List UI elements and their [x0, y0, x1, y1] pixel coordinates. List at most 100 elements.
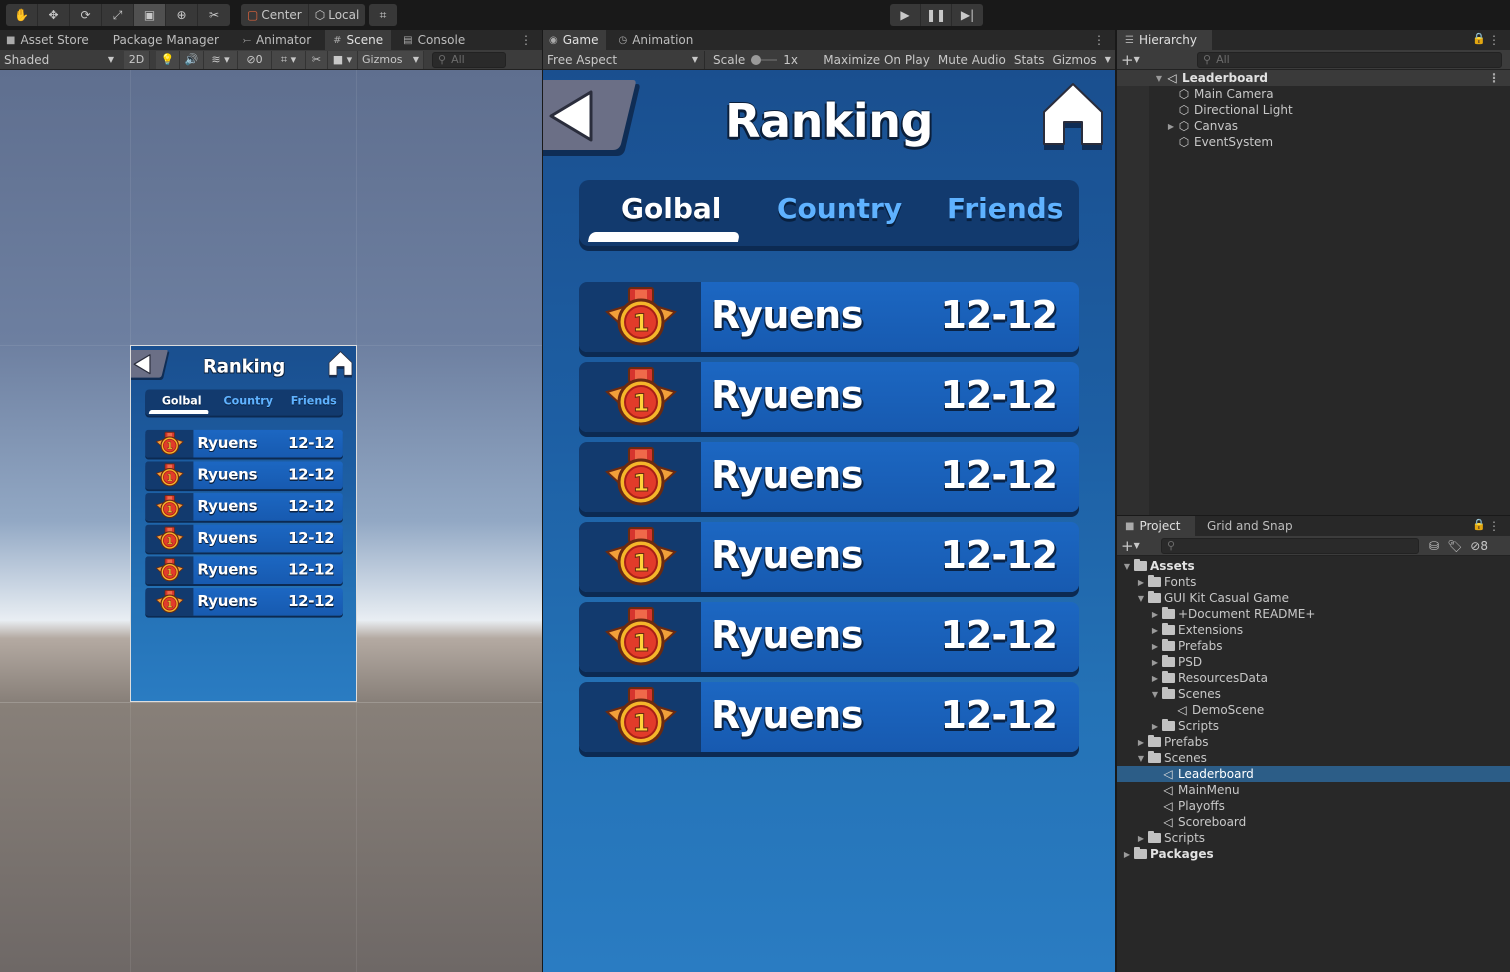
expand-arrow-icon[interactable]: ▼	[1153, 74, 1165, 83]
lighting-toggle-icon[interactable]: 💡	[156, 50, 180, 69]
shading-mode-dropdown[interactable]: Shaded ▼	[0, 51, 120, 69]
project-item-playoffs[interactable]: ◁ Playoffs	[1117, 798, 1510, 814]
scene-search-input[interactable]: ⚲ All	[432, 51, 506, 68]
mini-tab-golbal[interactable]: Golbal	[162, 394, 202, 407]
project-item-mainmenu[interactable]: ◁ MainMenu	[1117, 782, 1510, 798]
hidden-packages-toggle[interactable]: ⊘ 8	[1466, 537, 1492, 555]
project-item-scripts[interactable]: ▶ Scripts	[1117, 830, 1510, 846]
gizmos-toggle[interactable]: Gizmos	[1048, 51, 1100, 69]
expand-arrow-icon[interactable]: ▶	[1149, 722, 1161, 731]
home-button[interactable]	[1040, 80, 1106, 150]
expand-arrow-icon[interactable]: ▼	[1121, 562, 1133, 571]
pause-button[interactable]: ❚❚	[921, 4, 952, 26]
expand-arrow-icon[interactable]: ▼	[1135, 594, 1147, 603]
scale-tool-icon[interactable]: ⤢	[102, 4, 134, 26]
leaderboard-row[interactable]: 1 Ryuens 12-12	[579, 522, 1079, 592]
expand-arrow-icon[interactable]: ▶	[1135, 834, 1147, 843]
hierarchy-scene-row[interactable]: ▼ ◁ Leaderboard ⋮	[1117, 70, 1510, 86]
project-item-scoreboard[interactable]: ◁ Scoreboard	[1117, 814, 1510, 830]
mini-leaderboard-row[interactable]: 1 Ryuens 12-12	[145, 587, 343, 616]
panel-menu-icon[interactable]: ⋮	[1093, 33, 1105, 47]
gizmos-dropdown[interactable]: Gizmos ▼	[358, 50, 424, 69]
gizmos-dropdown-arrow-icon[interactable]: ▼	[1101, 51, 1115, 69]
mini-tab-country[interactable]: Country	[224, 394, 273, 407]
expand-arrow-icon[interactable]: ▶	[1149, 658, 1161, 667]
mini-tab-friends[interactable]: Friends	[291, 394, 337, 407]
game-viewport[interactable]: Ranking Golbal Country Friends 1 Ryuens 12…	[543, 70, 1115, 972]
pivot-mode-toggle[interactable]: ▢ Center	[241, 4, 309, 26]
lock-icon[interactable]: 🔒	[1472, 518, 1486, 531]
create-dropdown[interactable]: + ▼	[1117, 537, 1147, 555]
tab-console[interactable]: ▤ Console	[395, 30, 473, 50]
project-item-resourcesdata[interactable]: ▶ ResourcesData	[1117, 670, 1510, 686]
rect-tool-icon[interactable]: ▣	[134, 4, 166, 26]
step-button[interactable]: ▶|	[952, 4, 983, 26]
leaderboard-row[interactable]: 1 Ryuens 12-12	[579, 362, 1079, 432]
tab-package-manager[interactable]: Package Manager	[105, 30, 227, 50]
mini-leaderboard-row[interactable]: 1 Ryuens 12-12	[145, 493, 343, 521]
project-item-document-readme[interactable]: ▶ +Document README+	[1117, 606, 1510, 622]
leaderboard-row[interactable]: 1 Ryuens 12-12	[579, 682, 1079, 752]
expand-arrow-icon[interactable]: ▼	[1135, 754, 1147, 763]
project-item-assets[interactable]: ▼ Assets	[1117, 558, 1510, 574]
expand-arrow-icon[interactable]: ▶	[1149, 642, 1161, 651]
filter-by-label-icon[interactable]: 🏷	[1443, 537, 1466, 555]
effects-toggle-icon[interactable]: ≋ ▾	[204, 50, 238, 69]
leaderboard-row[interactable]: 1 Ryuens 12-12	[579, 602, 1079, 672]
lock-icon[interactable]: 🔒	[1472, 32, 1486, 45]
hierarchy-item-eventsystem[interactable]: ⬡ EventSystem	[1117, 134, 1510, 150]
hand-tool-icon[interactable]: ✋	[6, 4, 38, 26]
leaderboard-row[interactable]: 1 Ryuens 12-12	[579, 442, 1079, 512]
slider-thumb[interactable]	[751, 54, 762, 65]
project-item-scenes[interactable]: ▼ Scenes	[1117, 686, 1510, 702]
project-item-scripts[interactable]: ▶ Scripts	[1117, 718, 1510, 734]
tab-animator[interactable]: ⤚ Animator	[235, 30, 319, 50]
tools-toggle-icon[interactable]: ✂	[306, 50, 328, 69]
hierarchy-item-main-camera[interactable]: ⬡ Main Camera	[1117, 86, 1510, 102]
camera-settings-icon[interactable]: ■ ▾	[328, 50, 358, 69]
mini-leaderboard-row[interactable]: 1 Ryuens 12-12	[145, 556, 343, 584]
tab-country[interactable]: Country	[777, 192, 902, 225]
hidden-objects-toggle[interactable]: ⊘ 0	[238, 50, 272, 69]
tab-asset-store[interactable]: ■ Asset Store	[0, 30, 97, 50]
project-item-psd[interactable]: ▶ PSD	[1117, 654, 1510, 670]
back-button[interactable]	[543, 80, 641, 160]
project-item-fonts[interactable]: ▶ Fonts	[1117, 574, 1510, 590]
expand-arrow-icon[interactable]: ▶	[1149, 674, 1161, 683]
transform-tool-icon[interactable]: ⊕	[166, 4, 198, 26]
tab-friends[interactable]: Friends	[947, 192, 1063, 225]
project-item-gui-kit-casual-game[interactable]: ▼ GUI Kit Casual Game	[1117, 590, 1510, 606]
panel-menu-icon[interactable]: ⋮	[1488, 33, 1500, 47]
project-item-extensions[interactable]: ▶ Extensions	[1117, 622, 1510, 638]
row-menu-icon[interactable]: ⋮	[1488, 71, 1500, 85]
project-item-scenes[interactable]: ▼ Scenes	[1117, 750, 1510, 766]
panel-menu-icon[interactable]: ⋮	[520, 33, 532, 47]
custom-tool-icon[interactable]: ✂	[198, 4, 230, 26]
hierarchy-item-directional-light[interactable]: ⬡ Directional Light	[1117, 102, 1510, 118]
aspect-dropdown[interactable]: Free Aspect ▼	[543, 50, 705, 69]
leaderboard-row[interactable]: 1 Ryuens 12-12	[579, 282, 1079, 352]
project-item-packages[interactable]: ▶ Packages	[1117, 846, 1510, 862]
mute-audio-toggle[interactable]: Mute Audio	[934, 51, 1010, 69]
tab-game[interactable]: ◉ Game	[543, 30, 607, 50]
hierarchy-item-canvas[interactable]: ▶ ⬡ Canvas	[1117, 118, 1510, 134]
project-item-leaderboard[interactable]: ◁ Leaderboard	[1117, 766, 1510, 782]
project-item-prefabs[interactable]: ▶ Prefabs	[1117, 734, 1510, 750]
mini-leaderboard-row[interactable]: 1 Ryuens 12-12	[145, 524, 343, 553]
grid-snap-icon[interactable]: ⌗	[369, 4, 397, 26]
scale-slider[interactable]	[749, 51, 779, 69]
tab-animation[interactable]: ◷ Animation	[610, 30, 701, 50]
tab-hierarchy[interactable]: ☰ Hierarchy	[1117, 30, 1212, 50]
rotate-tool-icon[interactable]: ⟳	[70, 4, 102, 26]
tab-grid-and-snap[interactable]: Grid and Snap	[1199, 516, 1301, 536]
tab-golbal[interactable]: Golbal	[621, 192, 721, 225]
tab-project[interactable]: ■ Project	[1117, 516, 1195, 536]
mini-home-button[interactable]	[327, 350, 353, 378]
mini-back-button[interactable]	[131, 349, 170, 382]
tab-scene[interactable]: # Scene	[325, 30, 392, 50]
expand-arrow-icon[interactable]: ▶	[1135, 578, 1147, 587]
expand-arrow-icon[interactable]: ▶	[1135, 738, 1147, 747]
project-item-demoscene[interactable]: ◁ DemoScene	[1117, 702, 1510, 718]
audio-toggle-icon[interactable]: 🔊	[180, 50, 204, 69]
panel-menu-icon[interactable]: ⋮	[1488, 519, 1500, 533]
